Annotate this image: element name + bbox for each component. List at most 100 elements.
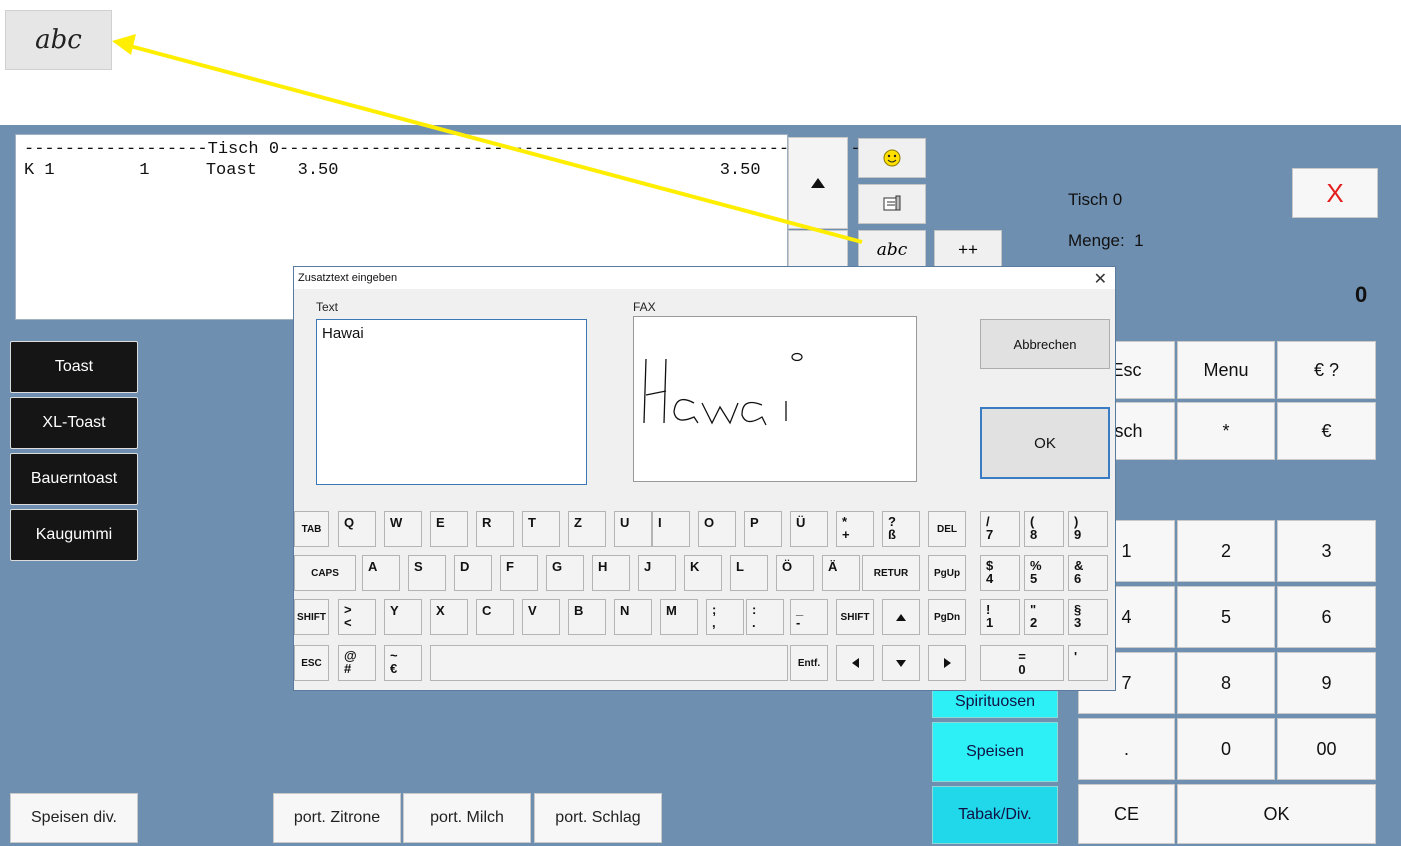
letter-key[interactable]: T <box>522 511 560 547</box>
tab-key[interactable]: TAB <box>294 511 329 547</box>
smiley-button[interactable] <box>858 138 926 178</box>
bottom-button[interactable]: port. Zitrone <box>273 793 401 843</box>
numpad-key[interactable]: /7 <box>980 511 1020 547</box>
digit-button[interactable]: 8 <box>1177 652 1275 714</box>
letter-key[interactable]: U <box>614 511 652 547</box>
text-input[interactable]: Hawai <box>316 319 587 485</box>
multiply-button[interactable]: * <box>1177 402 1275 460</box>
page-down-key[interactable]: PgDn <box>928 599 966 635</box>
clear-entry-button[interactable]: CE <box>1078 784 1175 844</box>
digit-button[interactable]: 6 <box>1277 586 1376 648</box>
letter-key[interactable]: O <box>698 511 736 547</box>
numpad-key[interactable]: $4 <box>980 555 1020 591</box>
numpad-key[interactable]: (8 <box>1024 511 1064 547</box>
product-button[interactable]: Kaugummi <box>10 509 138 561</box>
plus-key[interactable]: * + <box>836 511 874 547</box>
letter-key[interactable]: R <box>476 511 514 547</box>
scroll-down-button[interactable] <box>788 230 848 270</box>
shift-key[interactable]: SHIFT <box>294 599 329 635</box>
handwriting-pad[interactable] <box>633 316 917 482</box>
letter-key[interactable]: Z <box>568 511 606 547</box>
abc-text-button[interactable]: abc <box>858 230 926 270</box>
dialog-close-icon[interactable]: ✕ <box>1094 269 1107 289</box>
letter-key[interactable]: N <box>614 599 652 635</box>
bottom-button[interactable]: port. Milch <box>403 793 531 843</box>
page-up-key[interactable]: PgUp <box>928 555 966 591</box>
numpad-key[interactable]: ! 1 <box>980 599 1020 635</box>
euro-button[interactable]: € <box>1277 402 1376 460</box>
arrow-right-key[interactable] <box>928 645 966 681</box>
letter-key[interactable]: L <box>730 555 768 591</box>
letter-key[interactable]: G <box>546 555 584 591</box>
letter-key[interactable]: W <box>384 511 422 547</box>
dialog-ok-button[interactable]: OK <box>980 407 1110 479</box>
delete-forward-key[interactable]: Entf. <box>790 645 828 681</box>
numpad-key[interactable]: " 2 <box>1024 599 1064 635</box>
product-button[interactable]: Toast <box>10 341 138 393</box>
shift-right-key[interactable]: SHIFT <box>836 599 874 635</box>
arrow-left-key[interactable] <box>836 645 874 681</box>
delete-key[interactable]: DEL <box>928 511 966 547</box>
bottom-button[interactable]: port. Schlag <box>534 793 662 843</box>
letter-key[interactable]: B <box>568 599 606 635</box>
numpad-key[interactable]: & 6 <box>1068 555 1108 591</box>
caps-key[interactable]: CAPS <box>294 555 356 591</box>
colon-key[interactable]: :. <box>746 599 784 635</box>
letter-key[interactable]: H <box>592 555 630 591</box>
at-key[interactable]: @ # <box>338 645 376 681</box>
product-button[interactable]: XL-Toast <box>10 397 138 449</box>
letter-key[interactable]: C <box>476 599 514 635</box>
letter-key[interactable]: J <box>638 555 676 591</box>
digit-button[interactable]: 5 <box>1177 586 1275 648</box>
letter-key[interactable]: X <box>430 599 468 635</box>
ok-button[interactable]: OK <box>1177 784 1376 844</box>
letter-key[interactable]: Ü <box>790 511 828 547</box>
letter-key[interactable]: K <box>684 555 722 591</box>
esc-key[interactable]: ESC <box>294 645 329 681</box>
scroll-up-button[interactable] <box>788 137 848 229</box>
category-button[interactable]: Speisen <box>932 722 1058 782</box>
letter-key[interactable]: Ä <box>822 555 860 591</box>
menu-button[interactable]: Menu <box>1177 341 1275 399</box>
letter-key[interactable]: S <box>408 555 446 591</box>
angle-key[interactable]: > < <box>338 599 376 635</box>
digit-button[interactable]: 9 <box>1277 652 1376 714</box>
euro-query-button[interactable]: € ? <box>1277 341 1376 399</box>
digit-button[interactable]: 2 <box>1177 520 1275 582</box>
print-button[interactable] <box>858 184 926 224</box>
numpad-key[interactable]: ) 9 <box>1068 511 1108 547</box>
letter-key[interactable]: F <box>500 555 538 591</box>
numpad-key[interactable]: § 3 <box>1068 599 1108 635</box>
numpad-key[interactable]: % 5 <box>1024 555 1064 591</box>
digit-button[interactable]: 3 <box>1277 520 1376 582</box>
letter-key[interactable]: M <box>660 599 698 635</box>
letter-key[interactable]: I <box>652 511 690 547</box>
semicolon-key[interactable]: ;, <box>706 599 744 635</box>
underscore-key[interactable]: _ - <box>790 599 828 635</box>
double-zero-button[interactable]: 00 <box>1277 718 1376 780</box>
bottom-button[interactable]: Speisen div. <box>10 793 138 843</box>
letter-key[interactable]: Y <box>384 599 422 635</box>
letter-key[interactable]: D <box>454 555 492 591</box>
arrow-down-key[interactable] <box>882 645 920 681</box>
product-button[interactable]: Bauerntoast <box>10 453 138 505</box>
tilde-key[interactable]: ~ € <box>384 645 422 681</box>
letter-key[interactable]: Q <box>338 511 376 547</box>
cancel-button[interactable]: Abbrechen <box>980 319 1110 369</box>
category-button[interactable]: Tabak/Div. <box>932 786 1058 844</box>
letter-key[interactable]: P <box>744 511 782 547</box>
sz-key[interactable]: ? ß <box>882 511 920 547</box>
arrow-up-key[interactable] <box>882 599 920 635</box>
letter-key[interactable]: Ö <box>776 555 814 591</box>
receipt-row[interactable]: K 1 1 Toast 3.50 3.50 <box>24 160 779 181</box>
plus-plus-button[interactable]: ++ <box>934 230 1002 270</box>
return-key[interactable]: RETUR <box>862 555 920 591</box>
numpad-zero-key[interactable]: = 0 <box>980 645 1064 681</box>
decimal-button[interactable]: . <box>1078 718 1175 780</box>
letter-key[interactable]: A <box>362 555 400 591</box>
close-button[interactable]: X <box>1292 168 1378 218</box>
digit-button[interactable]: 0 <box>1177 718 1275 780</box>
letter-key[interactable]: V <box>522 599 560 635</box>
letter-key[interactable]: E <box>430 511 468 547</box>
space-key[interactable] <box>430 645 788 681</box>
